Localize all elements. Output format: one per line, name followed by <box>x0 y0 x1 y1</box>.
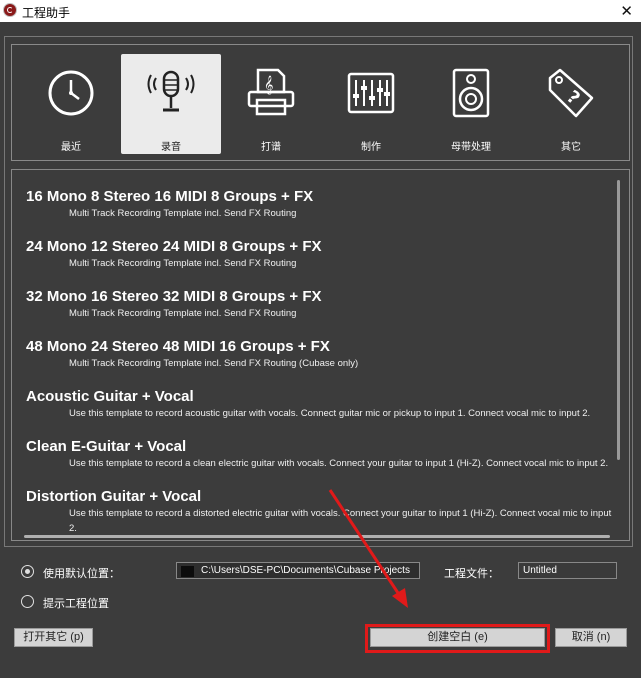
speaker-icon <box>452 68 490 118</box>
category-recording[interactable]: 录音 <box>121 54 221 154</box>
category-scoring[interactable]: 𝄞 打谱 <box>221 54 321 154</box>
category-label: 最近 <box>61 142 81 153</box>
template-list[interactable]: 16 Mono 8 Stereo 16 MIDI 8 Groups + FX M… <box>11 169 630 541</box>
project-path-field[interactable]: C:\Users\DSE-PC\Documents\Cubase Project… <box>176 562 420 579</box>
template-item[interactable]: 16 Mono 8 Stereo 16 MIDI 8 Groups + FX M… <box>26 188 616 221</box>
template-description: Multi Track Recording Template incl. Sen… <box>69 208 297 219</box>
category-label: 其它 <box>561 142 581 153</box>
project-name-field[interactable]: Untitled <box>518 562 617 579</box>
template-name: 24 Mono 12 Stereo 24 MIDI 8 Groups + FX <box>26 238 322 255</box>
template-name: 48 Mono 24 Stereo 48 MIDI 16 Groups + FX <box>26 338 330 355</box>
default-location-label: 使用默认位置： <box>43 568 120 580</box>
default-location-radio[interactable] <box>21 565 34 578</box>
category-recent[interactable]: 最近 <box>21 54 121 154</box>
category-bar: 最近 录音 𝄞 打谱 制作 母带处理 ? 其它 <box>11 44 630 161</box>
score-printer-icon: 𝄞 <box>247 68 295 116</box>
category-label: 母带处理 <box>451 142 491 153</box>
template-description: Use this template to record a distorted … <box>69 508 612 534</box>
close-icon[interactable]: ✕ <box>620 2 633 20</box>
template-item[interactable]: 32 Mono 16 Stereo 32 MIDI 8 Groups + FX … <box>26 288 616 321</box>
template-description: Use this template to record acoustic gui… <box>69 408 591 419</box>
category-label: 打谱 <box>261 142 281 153</box>
cubase-logo-icon <box>3 3 17 17</box>
prompt-location-radio[interactable] <box>21 595 34 608</box>
cancel-button[interactable]: 取消 (n) <box>555 628 627 647</box>
window-title: 工程助手 <box>22 6 71 20</box>
category-production[interactable]: 制作 <box>321 54 421 154</box>
vertical-scrollbar[interactable] <box>617 180 620 460</box>
category-label: 制作 <box>361 142 381 153</box>
template-item[interactable]: Acoustic Guitar + Vocal Use this templat… <box>26 388 616 421</box>
category-other[interactable]: ? 其它 <box>521 54 621 154</box>
template-name: 32 Mono 16 Stereo 32 MIDI 8 Groups + FX <box>26 288 322 305</box>
template-item[interactable]: 24 Mono 12 Stereo 24 MIDI 8 Groups + FX … <box>26 238 616 271</box>
category-mastering[interactable]: 母带处理 <box>421 54 521 154</box>
template-name: Clean E-Guitar + Vocal <box>26 438 187 455</box>
annotation-highlight-box <box>365 624 550 653</box>
prompt-location-label: 提示工程位置 <box>43 598 109 610</box>
template-item[interactable]: Clean E-Guitar + Vocal Use this template… <box>26 438 616 471</box>
project-path-value: C:\Users\DSE-PC\Documents\Cubase Project… <box>201 565 410 576</box>
template-name: Distortion Guitar + Vocal <box>26 488 202 505</box>
project-name-value: Untitled <box>523 565 557 576</box>
open-other-button[interactable]: 打开其它 (p) <box>14 628 93 647</box>
clock-icon <box>48 70 94 116</box>
template-description: Multi Track Recording Template incl. Sen… <box>69 308 297 319</box>
category-label: 录音 <box>161 142 181 153</box>
project-file-label: 工程文件： <box>444 568 499 580</box>
horizontal-scrollbar[interactable] <box>24 535 610 538</box>
mixer-faders-icon <box>347 72 395 114</box>
tag-question-icon: ? <box>548 68 594 118</box>
template-item[interactable]: Distortion Guitar + Vocal Use this templ… <box>26 488 616 536</box>
template-description: Multi Track Recording Template incl. Sen… <box>69 358 359 369</box>
microphone-icon <box>147 70 195 112</box>
template-description: Use this template to record a clean elec… <box>69 458 609 469</box>
template-item[interactable]: 48 Mono 24 Stereo 48 MIDI 16 Groups + FX… <box>26 338 616 371</box>
template-name: Acoustic Guitar + Vocal <box>26 388 194 405</box>
folder-icon <box>181 566 194 577</box>
title-bar: 工程助手 ✕ <box>0 0 641 22</box>
template-name: 16 Mono 8 Stereo 16 MIDI 8 Groups + FX <box>26 188 314 205</box>
template-description: Multi Track Recording Template incl. Sen… <box>69 258 297 269</box>
